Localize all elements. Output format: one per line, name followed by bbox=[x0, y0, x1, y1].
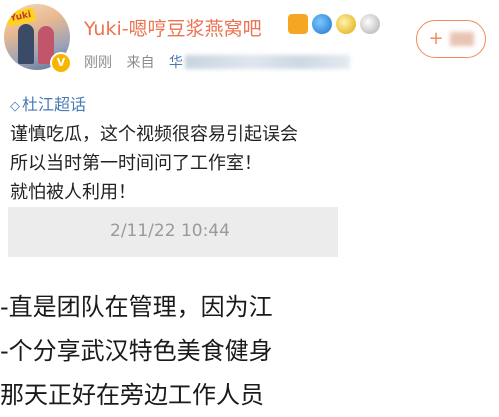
avatar-tag: Yuki bbox=[4, 7, 37, 27]
blurred-source-text bbox=[184, 55, 350, 69]
post-meta: 刚刚 来自 华 bbox=[84, 52, 360, 72]
super-topic-link[interactable]: ◇ 杜江超话 bbox=[10, 91, 86, 115]
screenshot-line: -个分享武汉特色美食健身 bbox=[0, 337, 273, 365]
post-text: 谨慎吃瓜，这个视频很容易引起误会 所以当时第一时间问了工作室！ 就怕被人利用！ bbox=[10, 120, 298, 207]
post-line: 所以当时第一时间问了工作室！ bbox=[10, 153, 262, 174]
post-line: 就怕被人利用！ bbox=[10, 182, 136, 203]
post-source[interactable]: 华 bbox=[169, 55, 183, 71]
silver-medal-badge-icon[interactable] bbox=[360, 14, 380, 34]
gold-medal-badge-icon[interactable] bbox=[336, 14, 356, 34]
avatar-figure bbox=[18, 24, 34, 64]
badge-list bbox=[288, 14, 380, 34]
username[interactable]: Yuki-嗯哼豆浆燕窝吧 bbox=[84, 14, 262, 41]
post-time: 刚刚 bbox=[84, 55, 112, 71]
embedded-screenshot[interactable]: 2/11/22 10:44 -直是团队在管理，因为江 -个分享武汉特色美食健身 … bbox=[0, 207, 499, 409]
crown-badge-icon[interactable] bbox=[288, 14, 308, 34]
post-line: 谨慎吃瓜，这个视频很容易引起误会 bbox=[10, 124, 298, 145]
plus-icon: + bbox=[428, 28, 444, 49]
follow-button[interactable]: + bbox=[416, 20, 486, 58]
source-label: 来自 bbox=[126, 55, 155, 71]
screenshot-text: -直是团队在管理，因为江 -个分享武汉特色美食健身 那天正好在旁边工作人员 bbox=[0, 285, 273, 417]
blue-badge-icon[interactable] bbox=[312, 14, 332, 34]
blurred-follow-label bbox=[449, 32, 474, 46]
screenshot-line: -直是团队在管理，因为江 bbox=[0, 293, 273, 321]
screenshot-line: 那天正好在旁边工作人员 bbox=[0, 381, 264, 409]
screenshot-date: 2/11/22 10:44 bbox=[110, 221, 230, 241]
diamond-icon: ◇ bbox=[10, 99, 20, 114]
super-topic-label: 杜江超话 bbox=[22, 95, 87, 114]
verified-badge-icon: V bbox=[50, 52, 72, 74]
timestamp-bar: 2/11/22 10:44 bbox=[8, 207, 338, 257]
